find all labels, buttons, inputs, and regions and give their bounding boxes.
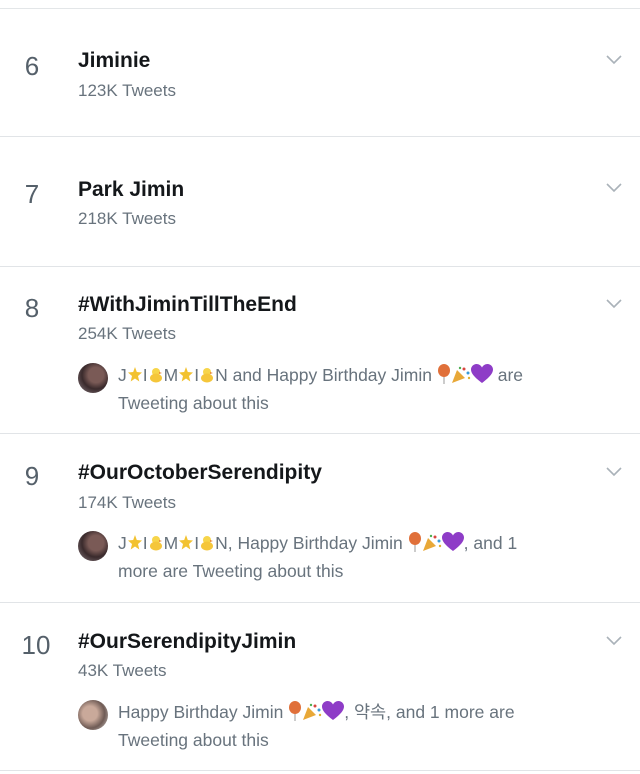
trend-item[interactable]: 8 #WithJiminTillTheEnd 254K Tweets JIMIN… — [0, 267, 640, 434]
context-line-2: Tweeting about this — [118, 393, 269, 413]
context-text-segment: , Happy Birthday Jimin — [227, 533, 408, 553]
name-letter: J — [118, 533, 127, 553]
trend-rank: 7 — [24, 179, 40, 209]
party-popper-emoji-icon — [302, 703, 322, 728]
name-letter: N — [215, 365, 228, 385]
name-letter: I — [142, 533, 148, 553]
name-letter: M — [163, 365, 179, 385]
trend-item[interactable]: 6 Jiminie 123K Tweets — [0, 9, 640, 137]
trend-tweet-count: 218K Tweets — [78, 209, 176, 228]
trend-item[interactable]: 7 Park Jimin 218K Tweets — [0, 137, 640, 267]
context-line-2: more are Tweeting about this — [118, 561, 344, 581]
party-popper-emoji-icon — [451, 366, 471, 391]
trend-tweet-count: 174K Tweets — [78, 493, 176, 512]
chevron-down-icon[interactable] — [606, 299, 622, 309]
name-letter: I — [194, 365, 200, 385]
context-line-1: JIMIN and Happy Birthday Jimin are — [118, 363, 598, 391]
purple-heart-emoji-icon — [322, 701, 345, 728]
chevron-down-icon[interactable] — [606, 467, 622, 477]
trend-rank: 9 — [24, 461, 40, 491]
trend-context: J I M I N, Happy Birthday Jimin , and 1 more… — [78, 531, 598, 583]
name-letter: I — [142, 365, 148, 385]
balloon-emoji-icon — [437, 364, 451, 391]
balloon-emoji-icon — [408, 532, 422, 559]
context-text-segment: are — [492, 365, 524, 385]
context-text-segment: Happy Birthday Jimin — [118, 702, 289, 722]
trend-tweet-count: 43K Tweets — [78, 661, 167, 680]
trend-title: Jiminie — [78, 49, 151, 72]
avatar[interactable] — [78, 700, 108, 730]
name-letter: J — [118, 365, 127, 385]
avatar[interactable] — [78, 363, 108, 393]
chick-emoji-icon — [200, 533, 214, 551]
chick-emoji-icon — [149, 365, 163, 383]
trend-item[interactable]: 9 #OurOctoberSerendipity 174K Tweets JIM… — [0, 434, 640, 603]
trend-rank: 6 — [24, 51, 40, 81]
purple-heart-emoji-icon — [470, 364, 493, 391]
trends-list: 6 Jiminie 123K Tweets 7 Park Jimin 218K … — [0, 0, 640, 774]
top-divider — [0, 0, 640, 9]
star-emoji-icon — [127, 533, 142, 550]
star-emoji-icon — [179, 533, 194, 550]
trend-tweet-count: 123K Tweets — [78, 81, 176, 100]
trend-context: Happy Birthday Jimin , 약속, and 1 more ar… — [78, 700, 598, 752]
chevron-down-icon[interactable] — [606, 183, 622, 193]
trend-item[interactable]: 10 #OurSerendipityJimin 43K Tweets Happy… — [0, 603, 640, 771]
chick-emoji-icon — [149, 533, 163, 551]
context-text-segment: and Happy Birthday Jimin — [227, 365, 437, 385]
context-text-segment: , and 1 — [463, 533, 518, 553]
trend-title: #OurOctoberSerendipity — [78, 461, 322, 484]
chevron-down-icon[interactable] — [606, 636, 622, 646]
context-text: JIMIN and Happy Birthday Jimin are Tweet… — [118, 363, 598, 416]
avatar[interactable] — [78, 531, 108, 561]
trend-title: #WithJiminTillTheEnd — [78, 293, 297, 316]
trend-context: JIMIN and Happy Birthday Jimin are Tweet… — [78, 363, 598, 415]
trend-tweet-count: 254K Tweets — [78, 324, 176, 343]
trend-rank: 8 — [24, 293, 40, 323]
balloon-emoji-icon — [288, 701, 302, 728]
chevron-down-icon[interactable] — [606, 55, 622, 65]
context-line-2: Tweeting about this — [118, 730, 269, 750]
context-line-1: J I M I N, Happy Birthday Jimin , and 1 — [118, 531, 598, 559]
trend-title: #OurSerendipityJimin — [78, 630, 297, 653]
name-letter: M — [163, 533, 179, 553]
name-letter: I — [194, 533, 200, 553]
party-popper-emoji-icon — [422, 534, 442, 559]
chick-emoji-icon — [200, 365, 214, 383]
context-text: J I M I N, Happy Birthday Jimin , and 1 more… — [118, 531, 598, 584]
context-line-1: Happy Birthday Jimin , 약속, and 1 more ar… — [118, 700, 598, 728]
purple-heart-emoji-icon — [441, 532, 464, 559]
trend-rank: 10 — [21, 630, 51, 660]
context-text: Happy Birthday Jimin , 약속, and 1 more ar… — [118, 700, 598, 753]
trend-title: Park Jimin — [78, 178, 185, 201]
star-emoji-icon — [179, 365, 194, 382]
star-emoji-icon — [127, 365, 142, 382]
context-text-segment: , 약속, and 1 more are — [344, 702, 515, 722]
name-letter: N — [215, 533, 228, 553]
